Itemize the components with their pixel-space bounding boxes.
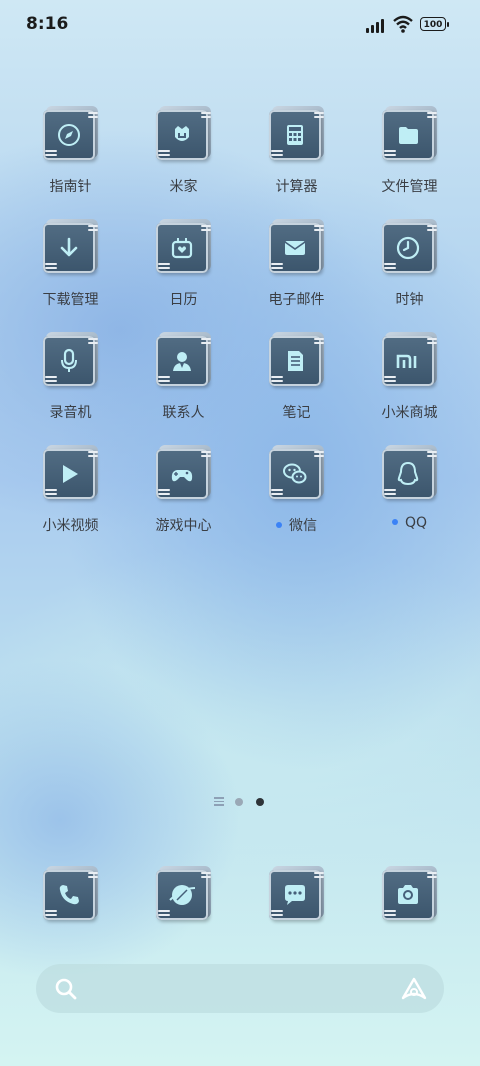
app-label: 时钟	[395, 292, 424, 308]
download-icon-tile	[42, 219, 100, 277]
contacts-icon-tile	[155, 332, 213, 390]
dock	[14, 866, 466, 936]
app-label: 电子邮件	[268, 292, 325, 308]
app-video-play[interactable]: 小米视频	[14, 445, 127, 557]
xiaoai-assistant-icon[interactable]	[400, 976, 428, 1002]
video-play-icon-tile	[42, 445, 100, 503]
mail-icon-tile	[268, 219, 326, 277]
battery-icon: 100	[420, 17, 449, 31]
app-mi-store[interactable]: 小米商城	[353, 332, 466, 444]
status-time: 8:16	[26, 14, 69, 34]
dock-app-camera[interactable]	[353, 866, 466, 978]
app-clock[interactable]: 时钟	[353, 219, 466, 331]
phone-icon-tile	[42, 866, 100, 924]
app-label: 游戏中心	[155, 518, 212, 534]
messages-icon	[285, 885, 305, 905]
mail-icon	[284, 241, 306, 255]
app-gamepad[interactable]: 游戏中心	[127, 445, 240, 557]
app-mihome[interactable]: 米家	[127, 106, 240, 218]
mi-store-icon-tile	[381, 332, 439, 390]
dock-app-phone[interactable]	[14, 866, 127, 978]
calendar-icon	[171, 238, 193, 259]
gamepad-icon-tile	[155, 445, 213, 503]
clock-icon	[396, 236, 420, 260]
microphone-icon	[61, 348, 77, 372]
contacts-icon	[173, 352, 191, 371]
browser-icon	[169, 885, 196, 905]
compass-icon	[58, 124, 80, 146]
app-label: 联系人	[162, 405, 205, 421]
camera-icon-tile	[381, 866, 439, 924]
phone-icon	[59, 885, 79, 905]
new-notification-dot	[276, 522, 282, 528]
wifi-icon	[393, 15, 413, 33]
app-wechat[interactable]: 微信	[240, 445, 353, 557]
app-list-indicator-icon	[214, 797, 224, 808]
calculator-icon-tile	[268, 106, 326, 164]
app-label: 笔记	[282, 405, 311, 421]
app-label: 微信	[240, 515, 353, 535]
app-compass[interactable]: 指南针	[14, 106, 127, 218]
app-calculator[interactable]: 计算器	[240, 106, 353, 218]
signal-icon	[366, 15, 388, 33]
search-icon	[55, 978, 77, 1000]
gamepad-icon	[171, 470, 193, 482]
app-download[interactable]: 下载管理	[14, 219, 127, 331]
mihome-icon-tile	[155, 106, 213, 164]
app-label: 日历	[169, 292, 198, 308]
page-indicator[interactable]	[214, 797, 274, 809]
camera-icon	[398, 885, 418, 904]
qq-penguin-icon-tile	[381, 445, 439, 503]
qq-penguin-icon	[397, 461, 419, 486]
messages-icon-tile	[268, 866, 326, 924]
app-notes[interactable]: 笔记	[240, 332, 353, 444]
video-play-icon	[63, 465, 78, 483]
page-dot-2-active	[256, 798, 264, 806]
wechat-icon	[283, 463, 307, 484]
notes-icon-tile	[268, 332, 326, 390]
status-bar: 8:16 100	[0, 0, 480, 50]
app-label: 文件管理	[381, 179, 438, 195]
dock-app-browser[interactable]	[127, 866, 240, 978]
mi-store-icon	[396, 354, 417, 368]
browser-icon-tile	[155, 866, 213, 924]
search-bar[interactable]	[36, 964, 444, 1013]
page-dot-1	[235, 798, 243, 806]
calendar-icon-tile	[155, 219, 213, 277]
wechat-icon-tile	[268, 445, 326, 503]
download-icon	[60, 237, 78, 257]
folder-icon-tile	[381, 106, 439, 164]
app-label: 录音机	[49, 405, 92, 421]
app-label: 计算器	[275, 179, 318, 195]
app-calendar[interactable]: 日历	[127, 219, 240, 331]
app-contacts[interactable]: 联系人	[127, 332, 240, 444]
app-mail[interactable]: 电子邮件	[240, 219, 353, 331]
dock-app-messages[interactable]	[240, 866, 353, 978]
app-folder[interactable]: 文件管理	[353, 106, 466, 218]
app-qq-penguin[interactable]: QQ	[353, 445, 466, 557]
calculator-icon	[287, 125, 303, 145]
notes-icon	[288, 351, 303, 371]
app-label: QQ	[353, 515, 466, 531]
app-label: 米家	[169, 179, 198, 195]
new-notification-dot	[391, 519, 398, 525]
app-label: 小米视频	[42, 518, 99, 534]
folder-icon	[399, 127, 418, 144]
mihome-icon	[175, 126, 189, 141]
app-label: 小米商城	[381, 405, 438, 421]
app-label: 下载管理	[42, 292, 99, 308]
app-microphone[interactable]: 录音机	[14, 332, 127, 444]
microphone-icon-tile	[42, 332, 100, 390]
clock-icon-tile	[381, 219, 439, 277]
compass-icon-tile	[42, 106, 100, 164]
app-label: 指南针	[49, 179, 92, 195]
